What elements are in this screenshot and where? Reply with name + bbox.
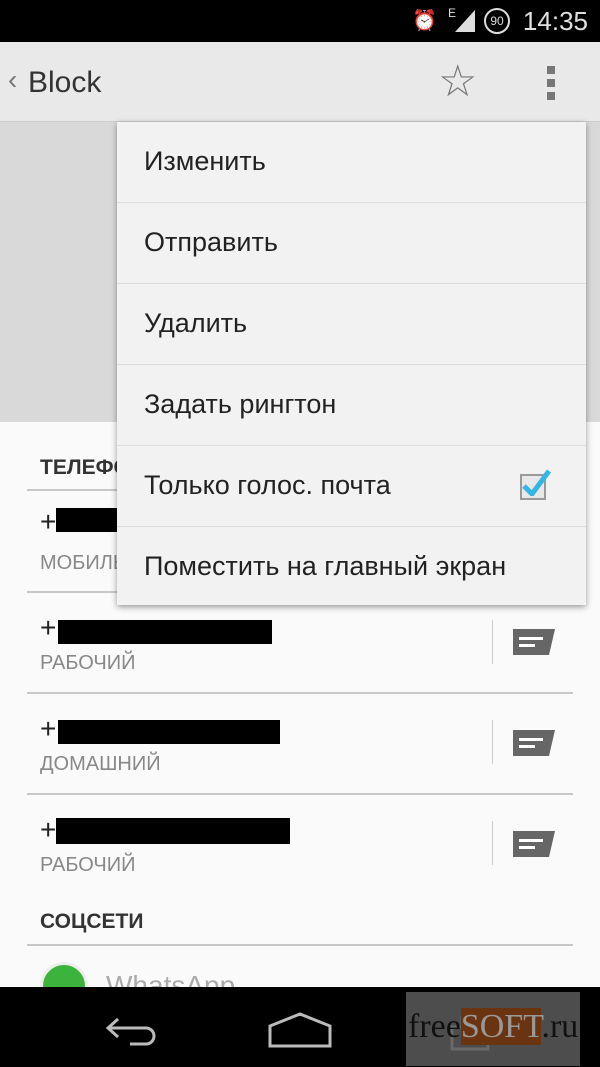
message-icon[interactable]: [513, 730, 555, 756]
vertical-divider: [492, 620, 493, 664]
home-icon[interactable]: [268, 1012, 332, 1048]
menu-item-label: Изменить: [144, 146, 266, 176]
watermark: freeSOFT.ru: [406, 992, 580, 1066]
overflow-menu: Изменить Отправить Удалить Задать рингто…: [117, 122, 586, 605]
redaction: [56, 818, 290, 844]
phone-number: +: [40, 612, 57, 643]
section-header-social: СОЦСЕТИ: [40, 910, 144, 933]
menu-item-label: Только голос. почта: [144, 470, 391, 500]
menu-item-label: Задать рингтон: [144, 389, 337, 419]
phone-type: ДОМАШНИЙ: [40, 753, 161, 775]
phone-number: +: [40, 713, 57, 744]
menu-item-label: Поместить на главный экран: [144, 551, 507, 581]
checkmark-icon: [522, 469, 551, 496]
message-icon[interactable]: [513, 629, 555, 655]
battery-icon: 90: [484, 8, 510, 34]
redaction: [58, 620, 272, 644]
phone-type: РАБОЧИЙ: [40, 652, 136, 674]
voicemail-checkbox[interactable]: [520, 469, 551, 500]
divider: [27, 692, 573, 694]
menu-item-set-ringtone[interactable]: Задать рингтон: [117, 365, 586, 446]
redaction: [58, 720, 280, 744]
menu-item-share[interactable]: Отправить: [117, 203, 586, 284]
overflow-menu-icon[interactable]: [547, 66, 555, 105]
clock: 14:35: [522, 6, 588, 36]
back-chevron-icon[interactable]: ‹: [8, 64, 17, 96]
menu-item-voicemail-only[interactable]: Только голос. почта: [117, 446, 586, 527]
divider: [27, 793, 573, 795]
star-icon[interactable]: ☆: [438, 56, 477, 107]
menu-item-delete[interactable]: Удалить: [117, 284, 586, 365]
vertical-divider: [492, 821, 493, 865]
menu-item-label: Удалить: [144, 308, 248, 338]
phone-number: +: [40, 814, 57, 845]
vertical-divider: [492, 720, 493, 764]
signal-icon: [455, 10, 475, 32]
menu-item-edit[interactable]: Изменить: [117, 122, 586, 203]
action-bar: ‹ Block ☆: [0, 42, 600, 122]
menu-item-add-to-home[interactable]: Поместить на главный экран: [117, 527, 586, 608]
back-icon[interactable]: [104, 1015, 162, 1047]
phone-number: +: [40, 506, 57, 537]
redaction: [56, 508, 124, 532]
alarm-icon: ⏰: [412, 10, 437, 32]
status-bar: ⏰ E 90 14:35: [0, 0, 600, 42]
contact-title[interactable]: Block: [28, 66, 101, 100]
divider: [27, 944, 573, 946]
phone-type: РАБОЧИЙ: [40, 854, 136, 876]
message-icon[interactable]: [513, 831, 555, 857]
menu-item-label: Отправить: [144, 227, 278, 257]
